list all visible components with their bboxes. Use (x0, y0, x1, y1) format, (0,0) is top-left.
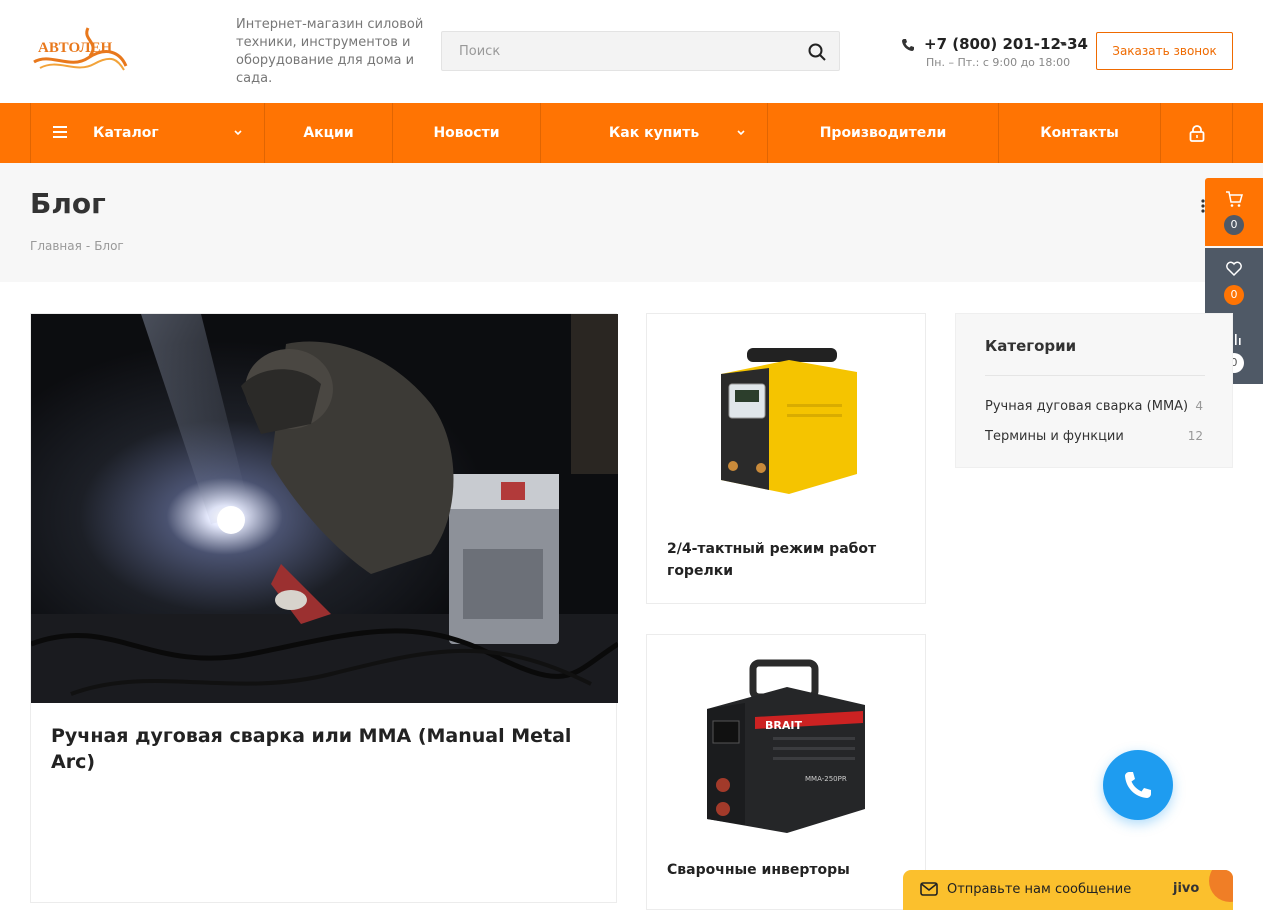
envelope-icon (920, 882, 938, 896)
search-icon[interactable] (807, 42, 827, 62)
working-hours: Пн. – Пт.: с 9:00 до 18:00 (926, 56, 1071, 69)
welding-machine-yellow-image (721, 348, 857, 494)
blog-post-title-inverters[interactable]: Сварочные инверторы (667, 859, 907, 881)
heart-icon (1226, 261, 1242, 277)
main-nav: Каталог Акции Новости Как купить Произво… (0, 103, 1263, 163)
categories-panel: Категории Ручная дуговая сварка (MMA) 4 … (955, 313, 1233, 468)
category-label: Термины и функции (985, 429, 1124, 444)
breadcrumb-separator: - (85, 239, 91, 253)
welding-inverter-black-image: BRAIT MMA-250PR (707, 659, 865, 833)
site-logo[interactable]: АВТОЛЕН (30, 22, 130, 76)
chat-widget-bar[interactable]: Отправьте нам сообщение jivo (903, 870, 1233, 910)
search-box (441, 31, 840, 71)
nav-catalog[interactable]: Каталог (30, 103, 264, 163)
nav-contacts-label: Контакты (1040, 125, 1119, 141)
chat-widget-text: Отправьте нам сообщение (947, 882, 1132, 897)
phone-dropdown-caret-icon[interactable] (1060, 42, 1066, 46)
category-item[interactable]: Ручная дуговая сварка (MMA) 4 (985, 399, 1203, 414)
cart-widget[interactable]: 0 (1205, 178, 1263, 246)
nav-brands[interactable]: Производители (767, 103, 998, 163)
nav-catalog-label: Каталог (93, 125, 159, 141)
lock-icon (1189, 124, 1204, 142)
nav-how-to-buy-label: Как купить (608, 125, 700, 141)
chat-widget-logo: jivo (1173, 881, 1200, 896)
search-input[interactable] (442, 32, 782, 70)
category-item[interactable]: Термины и функции 12 (985, 429, 1203, 444)
nav-sales[interactable]: Акции (264, 103, 392, 163)
categories-divider (985, 375, 1205, 376)
category-label: Ручная дуговая сварка (MMA) (985, 399, 1189, 414)
nav-news-label: Новости (433, 125, 500, 141)
cart-count-badge: 0 (1224, 215, 1244, 235)
phone-call-icon (1125, 772, 1151, 798)
nav-contacts[interactable]: Контакты (998, 103, 1160, 163)
logo-text: АВТОЛЕН (38, 40, 113, 56)
breadcrumb: Главная - Блог (30, 239, 128, 253)
favorites-count-badge: 0 (1224, 285, 1244, 305)
blog-post-card-main[interactable]: Ручная дуговая сварка или MMA (Manual Me… (30, 313, 618, 903)
nav-sales-label: Акции (303, 125, 354, 141)
category-count: 12 (1187, 429, 1203, 443)
blog-post-card-inverters[interactable]: BRAIT MMA-250PR Сварочные инверторы (646, 634, 926, 910)
page-header-band: Блог Главная - Блог (0, 163, 1263, 282)
favorites-widget[interactable]: 0 (1205, 248, 1263, 316)
nav-login[interactable] (1160, 103, 1233, 163)
phone-icon (902, 39, 914, 51)
categories-title: Категории (985, 337, 1077, 355)
chat-widget-corner (1209, 870, 1233, 902)
blog-post-title-2t4t[interactable]: 2/4-тактный режим работ горелки (667, 538, 907, 582)
category-count: 4 (1195, 399, 1203, 413)
blog-post-title-main[interactable]: Ручная дуговая сварка или MMA (Manual Me… (51, 723, 616, 775)
breadcrumb-home[interactable]: Главная (30, 239, 82, 253)
inverter-model-text: MMA-250PR (805, 775, 847, 783)
nav-brands-label: Производители (819, 125, 947, 141)
site-tagline: Интернет-магазин силовой техники, инстру… (236, 17, 424, 86)
callback-button[interactable]: Заказать звонок (1096, 32, 1233, 70)
chevron-down-icon (737, 130, 745, 136)
menu-icon (53, 126, 67, 138)
blog-post-card-2t4t[interactable]: 2/4-тактный режим работ горелки (646, 313, 926, 604)
breadcrumb-current: Блог (94, 239, 124, 253)
chevron-down-icon (234, 130, 242, 136)
cart-icon (1226, 191, 1243, 207)
welder-photo[interactable] (31, 314, 618, 703)
nav-news[interactable]: Новости (392, 103, 540, 163)
header: АВТОЛЕН Интернет-магазин силовой техники… (0, 0, 1263, 103)
nav-how-to-buy[interactable]: Как купить (540, 103, 767, 163)
inverter-brand-text: BRAIT (765, 719, 802, 732)
call-button[interactable] (1103, 750, 1173, 820)
page-title: Блог (30, 187, 106, 220)
